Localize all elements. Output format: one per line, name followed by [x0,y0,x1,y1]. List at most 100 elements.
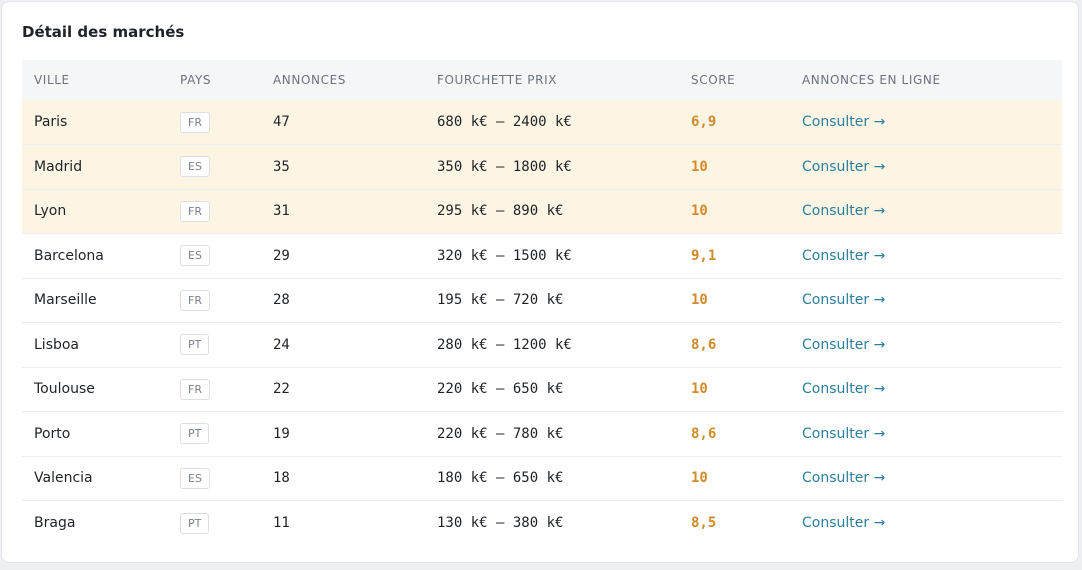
link-cell: Consulter → [790,323,1062,368]
city-cell: Madrid [34,158,83,175]
price-range-cell: 350 k€ – 1800 k€ [437,158,572,175]
price-range-cell: 195 k€ – 720 k€ [437,292,564,309]
country-cell: PT [168,323,261,368]
link-cell: Consulter → [790,234,1062,279]
price-range-cell: 680 k€ – 2400 k€ [437,114,572,130]
table-row: Valencia ES 18 180 k€ – 650 k€ 10 Consulter → [22,456,1062,501]
listings-count-cell: 35 [273,158,290,175]
consult-link[interactable]: Consulter → [802,248,885,264]
score-cell: 10 [679,278,790,323]
listings-count-cell: 24 [273,336,290,353]
city-cell: Valencia [34,470,93,487]
country-cell: PT [168,412,261,457]
score-value: 8,6 [691,425,717,442]
table-header-row: VILLE PAYS ANNONCES FOURCHETTE PRIX SCOR… [22,60,1062,100]
listings-count-cell: 29 [273,247,290,264]
markets-card: Détail des marchés VILLE PAYS ANNONCES F… [1,1,1079,563]
link-cell: Consulter → [790,189,1062,234]
column-header-listings: ANNONCES [273,73,346,87]
country-cell: ES [168,145,261,190]
listings-count-cell: 18 [273,470,290,487]
markets-table: VILLE PAYS ANNONCES FOURCHETTE PRIX SCOR… [22,60,1062,545]
consult-link[interactable]: Consulter → [802,203,885,219]
score-value: 10 [691,203,708,220]
consult-link[interactable]: Consulter → [802,159,885,175]
table-row: Lisboa PT 24 280 k€ – 1200 k€ 8,6 Consulter → [22,323,1062,368]
consult-link[interactable]: Consulter → [802,337,885,353]
link-cell: Consulter → [790,100,1062,145]
consult-link[interactable]: Consulter → [802,292,885,308]
link-cell: Consulter → [790,412,1062,457]
column-header-price-range: FOURCHETTE PRIX [437,73,558,87]
country-badge: PT [180,423,210,445]
country-badge: ES [180,467,210,489]
score-cell: 9,1 [679,234,790,279]
country-badge: FR [180,200,210,222]
link-cell: Consulter → [790,367,1062,412]
country-cell: FR [168,100,261,145]
city-cell: Lyon [34,203,67,220]
column-header-score: SCORE [691,73,736,87]
section-title: Détail des marchés [22,23,185,41]
listings-count-cell: 28 [273,292,290,309]
column-header-country: PAYS [180,73,212,87]
country-badge: FR [180,111,210,133]
country-badge: ES [180,245,210,267]
consult-link[interactable]: Consulter → [802,515,885,531]
table-row: Lyon FR 31 295 k€ – 890 k€ 10 Consulter → [22,189,1062,234]
country-badge: PT [180,334,210,356]
score-cell: 8,6 [679,412,790,457]
column-header-city: VILLE [34,73,70,87]
city-cell: Porto [34,425,71,442]
score-cell: 10 [679,367,790,412]
link-cell: Consulter → [790,501,1062,546]
city-cell: Paris [34,114,68,130]
column-header-online-listings: ANNONCES EN LIGNE [802,73,941,87]
price-range-cell: 130 k€ – 380 k€ [437,515,564,531]
score-cell: 8,6 [679,323,790,368]
listings-count-cell: 11 [273,515,290,531]
score-value: 10 [691,292,708,309]
link-cell: Consulter → [790,278,1062,323]
country-cell: PT [168,501,261,546]
score-cell: 8,5 [679,501,790,546]
score-cell: 6,9 [679,100,790,145]
country-badge: ES [180,156,210,178]
consult-link[interactable]: Consulter → [802,114,885,130]
country-badge: FR [180,289,210,311]
score-value: 10 [691,470,708,487]
country-cell: ES [168,234,261,279]
price-range-cell: 180 k€ – 650 k€ [437,470,564,487]
city-cell: Lisboa [34,336,80,353]
country-badge: PT [180,512,210,534]
link-cell: Consulter → [790,145,1062,190]
city-cell: Barcelona [34,247,104,264]
country-cell: FR [168,367,261,412]
city-cell: Marseille [34,292,97,309]
table-row: Marseille FR 28 195 k€ – 720 k€ 10 Consulter … [22,278,1062,323]
score-value: 10 [691,381,708,398]
score-value: 6,9 [691,114,717,130]
listings-count-cell: 19 [273,425,290,442]
consult-link[interactable]: Consulter → [802,381,885,397]
price-range-cell: 220 k€ – 650 k€ [437,381,564,398]
city-cell: Braga [34,515,76,531]
price-range-cell: 280 k€ – 1200 k€ [437,336,572,353]
country-cell: ES [168,456,261,501]
score-cell: 10 [679,456,790,501]
table-row: Barcelona ES 29 320 k€ – 1500 k€ 9,1 Consulte… [22,234,1062,279]
score-value: 8,5 [691,515,717,531]
table-row: Paris FR 47 680 k€ – 2400 k€ 6,9 Consulter → [22,100,1062,145]
listings-count-cell: 31 [273,203,290,220]
table-row: Braga PT 11 130 k€ – 380 k€ 8,5 Consulter → [22,501,1062,546]
country-cell: FR [168,189,261,234]
country-cell: FR [168,278,261,323]
table-row: Madrid ES 35 350 k€ – 1800 k€ 10 Consulter → [22,144,1062,190]
score-value: 10 [691,158,708,175]
listings-count-cell: 22 [273,381,290,398]
consult-link[interactable]: Consulter → [802,426,885,442]
score-value: 8,6 [691,336,717,353]
score-value: 9,1 [691,247,717,264]
consult-link[interactable]: Consulter → [802,470,885,486]
price-range-cell: 295 k€ – 890 k€ [437,203,564,220]
